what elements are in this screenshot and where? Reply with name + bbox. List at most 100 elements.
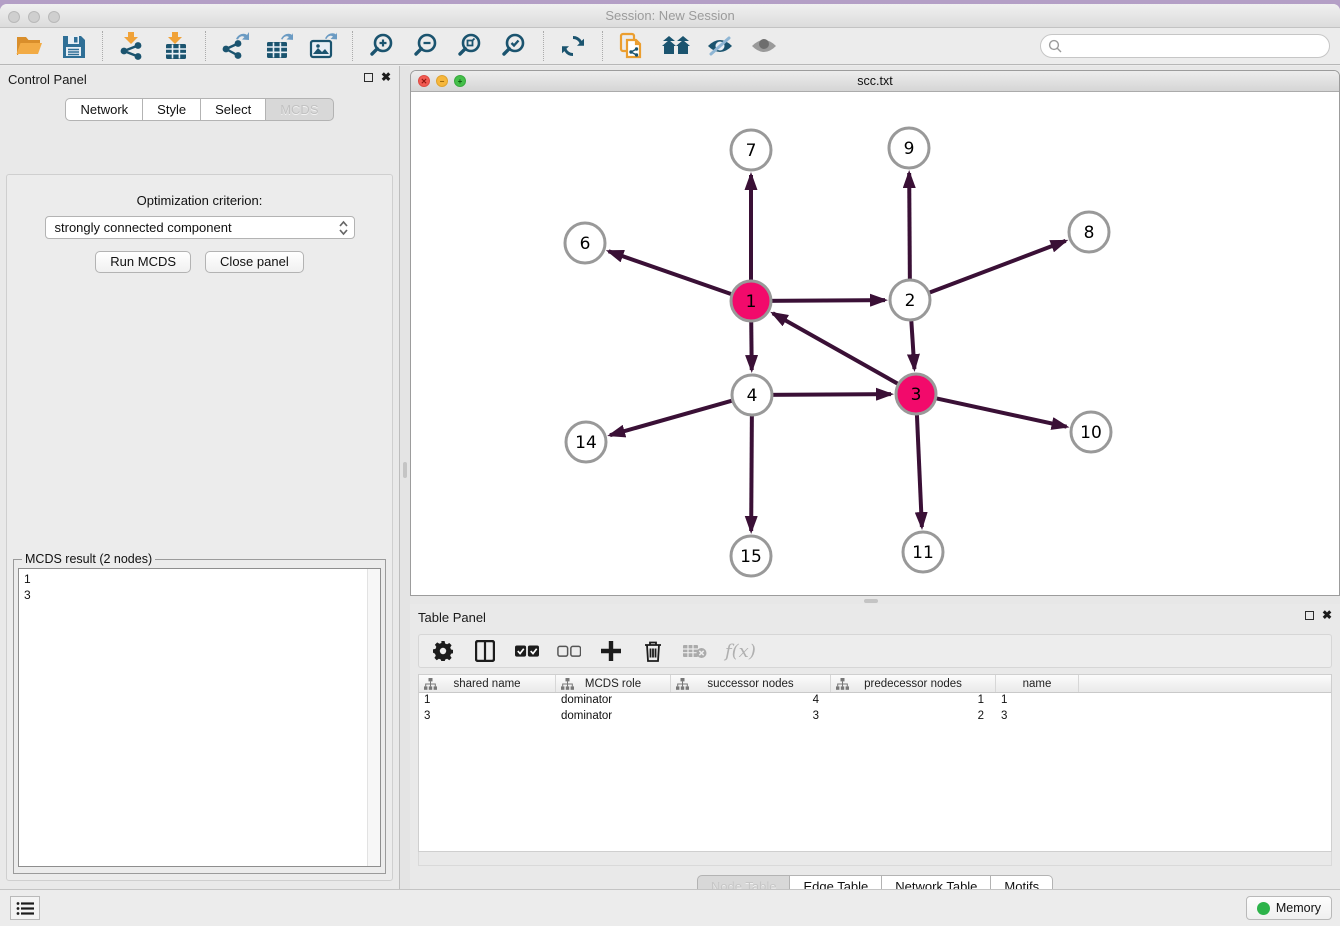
import-table-icon[interactable] (161, 31, 191, 61)
cell-predecessor-nodes[interactable]: 2 (831, 709, 996, 725)
minimize-network-button[interactable]: − (436, 75, 448, 87)
table-row[interactable]: 3 dominator 3 2 3 (419, 709, 1331, 725)
network-graph: 7968124314101511 (411, 92, 1339, 595)
graph-edge-4-3[interactable] (766, 394, 891, 395)
graph-edge-4-15[interactable] (751, 409, 752, 531)
task-history-button[interactable] (10, 896, 40, 920)
cell-name[interactable]: 1 (996, 693, 1079, 709)
node-table: shared name MCDS role successor nodes pr… (418, 674, 1332, 852)
graph-node-label-14: 14 (575, 433, 597, 453)
show-all-icon[interactable] (749, 31, 779, 61)
graph-edge-1-2[interactable] (765, 300, 885, 301)
export-table-icon[interactable] (264, 31, 294, 61)
table-toolbar: f(x) (418, 634, 1332, 668)
graph-node-label-2: 2 (905, 291, 916, 311)
table-scrollbar-area[interactable] (418, 852, 1332, 866)
network-window: ✕ − + scc.txt 7968124314101511 (410, 70, 1340, 596)
cell-successor-nodes[interactable]: 3 (671, 709, 831, 725)
save-session-icon[interactable] (58, 31, 88, 61)
table-row[interactable]: 1 dominator 4 1 1 (419, 693, 1331, 709)
graph-edge-3-1[interactable] (773, 313, 904, 387)
cell-shared-name[interactable]: 1 (419, 693, 556, 709)
delete-table-icon[interactable] (683, 639, 707, 663)
vertical-splitter[interactable] (400, 66, 410, 889)
result-scrollbar[interactable] (367, 569, 380, 866)
graph-edge-2-9[interactable] (909, 173, 910, 286)
zoom-out-icon[interactable] (411, 31, 441, 61)
graph-node-label-9: 9 (904, 139, 915, 159)
tab-select[interactable]: Select (201, 98, 266, 121)
column-header-successor-nodes[interactable]: successor nodes (671, 675, 831, 692)
cell-predecessor-nodes[interactable]: 1 (831, 693, 996, 709)
column-label: predecessor nodes (864, 678, 962, 690)
column-header-name[interactable]: name (996, 675, 1079, 692)
search-input[interactable] (1040, 34, 1330, 58)
hide-selected-icon[interactable] (705, 31, 735, 61)
column-header-predecessor-nodes[interactable]: predecessor nodes (831, 675, 996, 692)
zoom-in-icon[interactable] (367, 31, 397, 61)
refresh-icon[interactable] (558, 31, 588, 61)
status-bar: Memory (0, 889, 1340, 926)
add-column-icon[interactable] (599, 639, 623, 663)
tab-network[interactable]: Network (65, 98, 143, 121)
graph-node-label-15: 15 (740, 547, 762, 567)
zoom-selected-icon[interactable] (499, 31, 529, 61)
sitemap-icon (676, 678, 689, 693)
cell-mcds-role[interactable]: dominator (556, 709, 671, 725)
cell-successor-nodes[interactable]: 4 (671, 693, 831, 709)
mcds-result-line: 1 (24, 571, 375, 587)
clone-network-icon[interactable] (617, 31, 647, 61)
graph-edge-1-6[interactable] (609, 251, 738, 296)
float-panel-icon[interactable] (364, 73, 373, 82)
graph-node-label-7: 7 (746, 141, 757, 161)
chevron-up-down-icon (338, 219, 349, 243)
delete-column-icon[interactable] (641, 639, 665, 663)
table-header-row: shared name MCDS role successor nodes pr… (419, 675, 1331, 693)
memory-button[interactable]: Memory (1246, 896, 1332, 920)
graph-edge-1-4[interactable] (751, 315, 752, 370)
graph-node-label-4: 4 (747, 386, 758, 406)
show-columns-icon[interactable] (473, 639, 497, 663)
cell-name[interactable]: 3 (996, 709, 1079, 725)
zoom-network-button[interactable]: + (454, 75, 466, 87)
close-table-panel-icon[interactable]: ✖ (1322, 610, 1332, 620)
sitemap-icon (836, 678, 849, 693)
float-table-panel-icon[interactable] (1305, 611, 1314, 620)
splitter-handle[interactable] (864, 599, 878, 603)
graph-edge-3-10[interactable] (930, 397, 1067, 427)
criterion-dropdown-value: strongly connected component (55, 220, 232, 235)
column-header-shared-name[interactable]: shared name (419, 675, 556, 692)
function-builder-icon[interactable]: f(x) (725, 641, 756, 662)
settings-gear-icon[interactable] (431, 639, 455, 663)
column-header-mcds-role[interactable]: MCDS role (556, 675, 671, 692)
graph-edge-2-8[interactable] (923, 241, 1066, 295)
criterion-dropdown[interactable]: strongly connected component (45, 216, 355, 239)
graph-node-label-3: 3 (911, 385, 922, 405)
close-network-button[interactable]: ✕ (418, 75, 430, 87)
select-all-icon[interactable] (515, 639, 539, 663)
graph-edge-2-3[interactable] (911, 314, 915, 369)
run-mcds-button[interactable]: Run MCDS (95, 251, 191, 273)
tab-mcds[interactable]: MCDS (266, 98, 333, 121)
export-image-icon[interactable] (308, 31, 338, 61)
tab-style[interactable]: Style (143, 98, 201, 121)
graph-edge-3-11[interactable] (917, 408, 922, 527)
close-panel-icon[interactable]: ✖ (381, 72, 391, 82)
first-neighbors-icon[interactable] (661, 31, 691, 61)
optimization-criterion-label: Optimization criterion: (7, 193, 392, 208)
splitter-handle[interactable] (403, 462, 407, 478)
open-session-icon[interactable] (14, 31, 44, 61)
cell-shared-name[interactable]: 3 (419, 709, 556, 725)
network-canvas[interactable]: 7968124314101511 (411, 92, 1339, 595)
cell-mcds-role[interactable]: dominator (556, 693, 671, 709)
close-panel-button[interactable]: Close panel (205, 251, 304, 273)
memory-status-icon (1257, 902, 1270, 915)
mcds-result-box[interactable]: 1 3 (18, 568, 381, 867)
search-icon (1048, 39, 1062, 58)
export-network-icon[interactable] (220, 31, 250, 61)
import-network-icon[interactable] (117, 31, 147, 61)
column-label: MCDS role (585, 678, 641, 690)
deselect-all-icon[interactable] (557, 639, 581, 663)
graph-edge-4-14[interactable] (610, 399, 738, 435)
zoom-fit-icon[interactable] (455, 31, 485, 61)
